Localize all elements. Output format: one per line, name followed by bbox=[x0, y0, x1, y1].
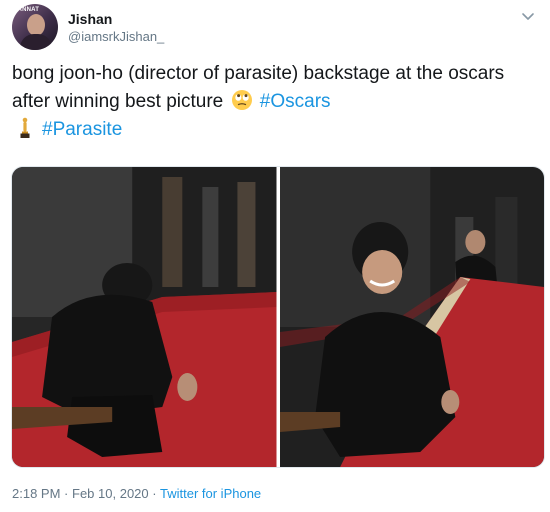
photo-smiling-image bbox=[279, 167, 544, 467]
hashtag-oscars-link[interactable]: #Oscars bbox=[260, 91, 331, 112]
face-with-rolling-eyes-icon bbox=[231, 90, 252, 110]
avatar[interactable]: JANNAT bbox=[12, 4, 58, 50]
author-handle[interactable]: @iamsrkJishan_ bbox=[68, 28, 164, 46]
tweet-card: JANNAT Jishan @iamsrkJishan_ bong joon-h… bbox=[0, 0, 550, 512]
tweet-date[interactable]: Feb 10, 2020 bbox=[72, 486, 149, 501]
tweet-text: bong joon-ho (director of parasite) back… bbox=[12, 60, 542, 144]
photo-crouching-image bbox=[12, 167, 277, 467]
author-display-name[interactable]: Jishan bbox=[68, 10, 164, 28]
meta-separator: · bbox=[64, 486, 69, 501]
tweet-body-text: bong joon-ho (director of parasite) back… bbox=[12, 63, 505, 112]
author-names: Jishan @iamsrkJishan_ bbox=[68, 10, 164, 46]
avatar-badge: JANNAT bbox=[14, 7, 40, 13]
tweet-time[interactable]: 2:18 PM bbox=[12, 486, 60, 501]
meta-separator: · bbox=[152, 486, 157, 501]
tweet-meta: 2:18 PM · Feb 10, 2020 · Twitter for iPh… bbox=[12, 486, 261, 501]
media-grid bbox=[11, 166, 545, 468]
photo-crouching-backstage[interactable] bbox=[12, 167, 277, 467]
chevron-down-icon[interactable] bbox=[520, 8, 536, 24]
hashtag-parasite-link[interactable]: #Parasite bbox=[42, 119, 122, 140]
tweet-source-link[interactable]: Twitter for iPhone bbox=[160, 486, 261, 501]
photo-smiling-backstage[interactable] bbox=[279, 167, 544, 467]
oscar-statue-icon bbox=[20, 117, 30, 138]
tweet-header: JANNAT Jishan @iamsrkJishan_ bbox=[12, 4, 164, 50]
